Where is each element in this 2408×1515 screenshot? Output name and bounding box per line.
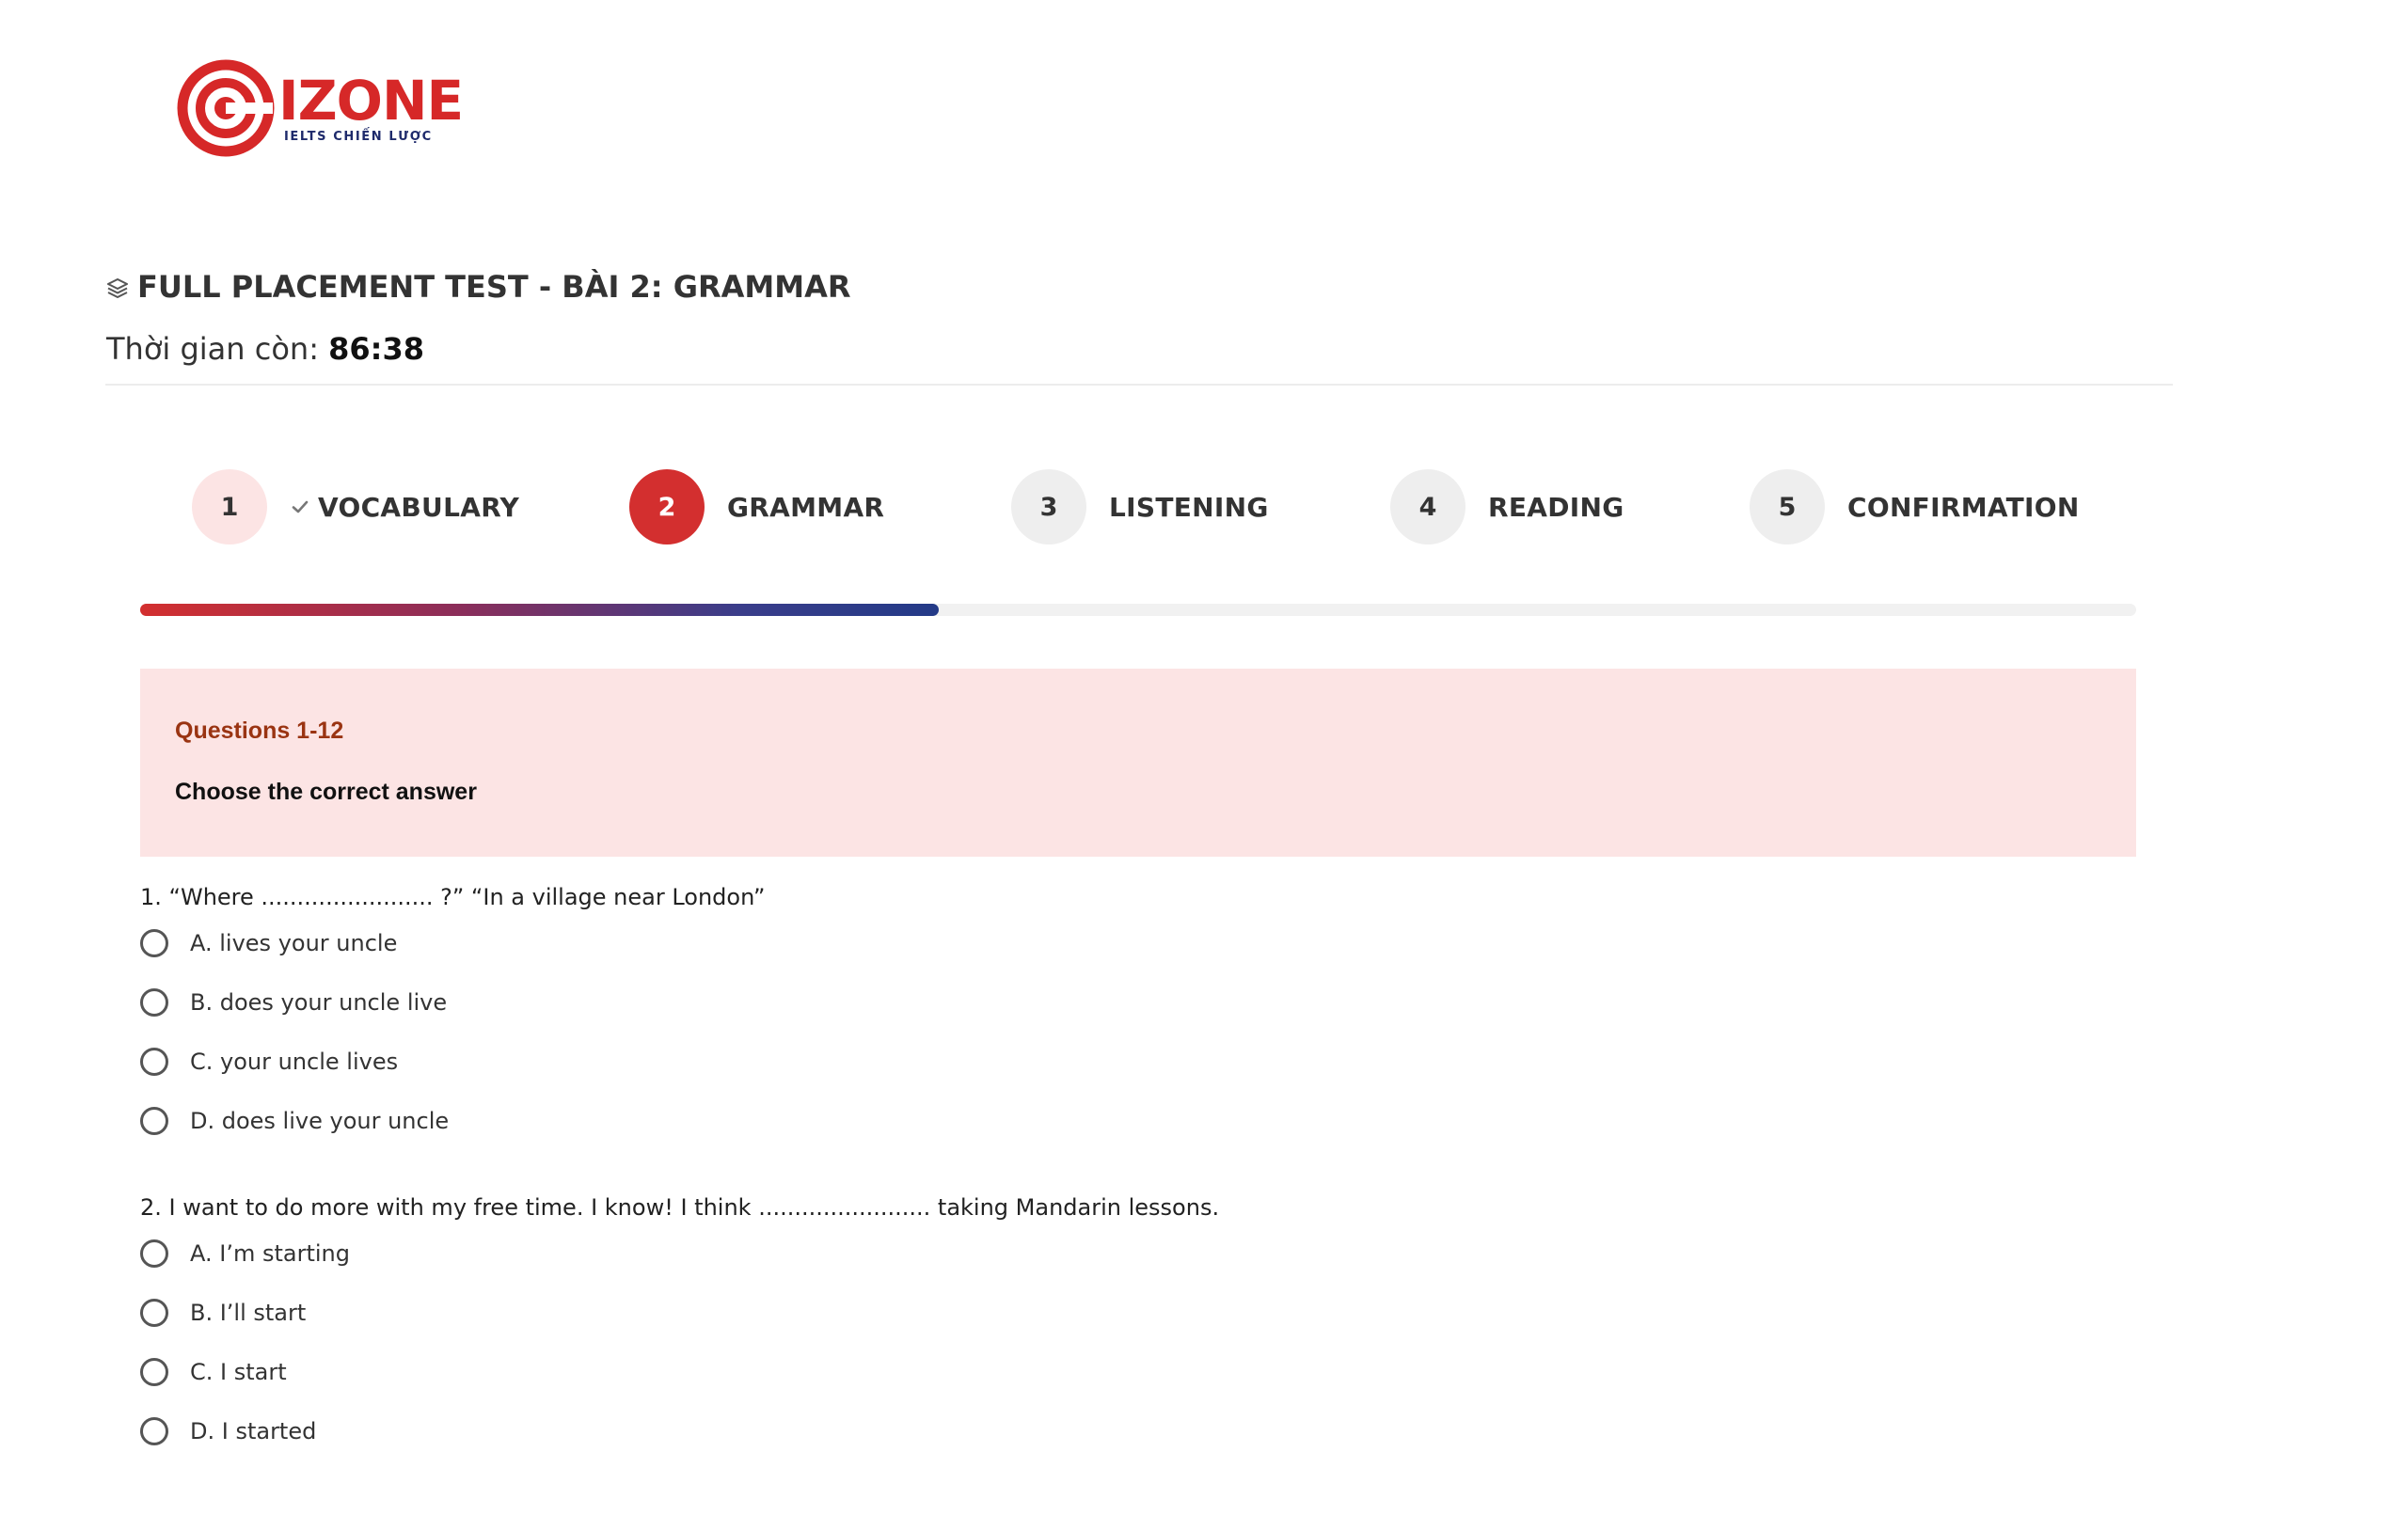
option-label: D. does live your uncle: [190, 1107, 450, 1134]
step-reading[interactable]: 4 READING: [1390, 468, 1624, 545]
layers-icon: [107, 278, 128, 298]
option-label: A. I’m starting: [190, 1239, 350, 1267]
question-text: 1. “Where ........................ ?” “I…: [140, 884, 766, 910]
option-label: C. your uncle lives: [190, 1048, 399, 1075]
option-2d[interactable]: D. I started: [140, 1401, 2136, 1460]
header-divider: [105, 384, 2173, 386]
step-confirmation[interactable]: 5 CONFIRMATION: [1750, 468, 2080, 545]
page-title: FULL PLACEMENT TEST - BÀI 2: GRAMMAR: [105, 269, 850, 305]
option-label: B. I’ll start: [190, 1299, 307, 1326]
option-1a[interactable]: A. lives your uncle: [140, 913, 2136, 972]
option-label: C. I start: [190, 1358, 287, 1385]
question-text: 2. I want to do more with my free time. …: [140, 1194, 1220, 1221]
option-1c[interactable]: C. your uncle lives: [140, 1032, 2136, 1091]
radio-button[interactable]: [140, 1298, 168, 1327]
progress-bar: [140, 604, 2136, 616]
logo-wordmark: IZONE IELTS CHIẾN LƯỢC: [278, 68, 464, 144]
logo-name: IZONE: [278, 68, 464, 133]
step-label: VOCABULARY: [318, 491, 520, 523]
option-label: A. lives your uncle: [190, 929, 398, 956]
logo-tagline: IELTS CHIẾN LƯỢC: [284, 129, 433, 144]
radio-button[interactable]: [140, 1416, 168, 1445]
option-2c[interactable]: C. I start: [140, 1342, 2136, 1401]
timer-label: Thời gian còn:: [106, 331, 329, 367]
step-label: CONFIRMATION: [1847, 491, 2080, 523]
check-icon: [292, 500, 309, 513]
option-2b[interactable]: B. I’ll start: [140, 1283, 2136, 1342]
question-1: 1. “Where ........................ ?” “I…: [140, 881, 2136, 1150]
step-listening[interactable]: 3 LISTENING: [1011, 468, 1269, 545]
step-number: 1: [192, 469, 267, 544]
question-2: 2. I want to do more with my free time. …: [140, 1191, 2136, 1460]
step-vocabulary[interactable]: 1 VOCABULARY: [192, 468, 519, 545]
radio-button[interactable]: [140, 1106, 168, 1135]
radio-button[interactable]: [140, 1357, 168, 1386]
step-label: READING: [1488, 491, 1624, 523]
timer: Thời gian còn: 86:38: [106, 331, 424, 367]
page-title-text: FULL PLACEMENT TEST - BÀI 2: GRAMMAR: [137, 269, 851, 305]
step-number: 2: [629, 469, 705, 544]
target-logo-icon: [177, 59, 275, 157]
step-number: 4: [1390, 469, 1465, 544]
progress-fill: [140, 604, 939, 616]
step-label: GRAMMAR: [727, 491, 885, 523]
step-grammar[interactable]: 2 GRAMMAR: [629, 468, 884, 545]
option-label: B. does your uncle live: [190, 988, 448, 1016]
option-1b[interactable]: B. does your uncle live: [140, 972, 2136, 1032]
step-label: LISTENING: [1109, 491, 1269, 523]
radio-button[interactable]: [140, 1047, 168, 1076]
radio-button[interactable]: [140, 928, 168, 957]
step-navigation: 1 VOCABULARY 2 GRAMMAR 3 LISTENING 4 REA…: [0, 468, 2408, 545]
radio-button[interactable]: [140, 987, 168, 1017]
instructions-text: Choose the correct answer: [175, 779, 477, 805]
option-2a[interactable]: A. I’m starting: [140, 1223, 2136, 1283]
instructions-box: Questions 1-12 Choose the correct answer: [140, 669, 2136, 857]
option-label: D. I started: [190, 1417, 317, 1444]
radio-button[interactable]: [140, 1239, 168, 1268]
izone-logo[interactable]: IZONE IELTS CHIẾN LƯỢC: [177, 58, 464, 158]
step-number: 5: [1750, 469, 1825, 544]
timer-value: 86:38: [328, 331, 424, 367]
questions-range: Questions 1-12: [175, 718, 344, 744]
option-1d[interactable]: D. does live your uncle: [140, 1091, 2136, 1150]
step-number: 3: [1011, 469, 1086, 544]
